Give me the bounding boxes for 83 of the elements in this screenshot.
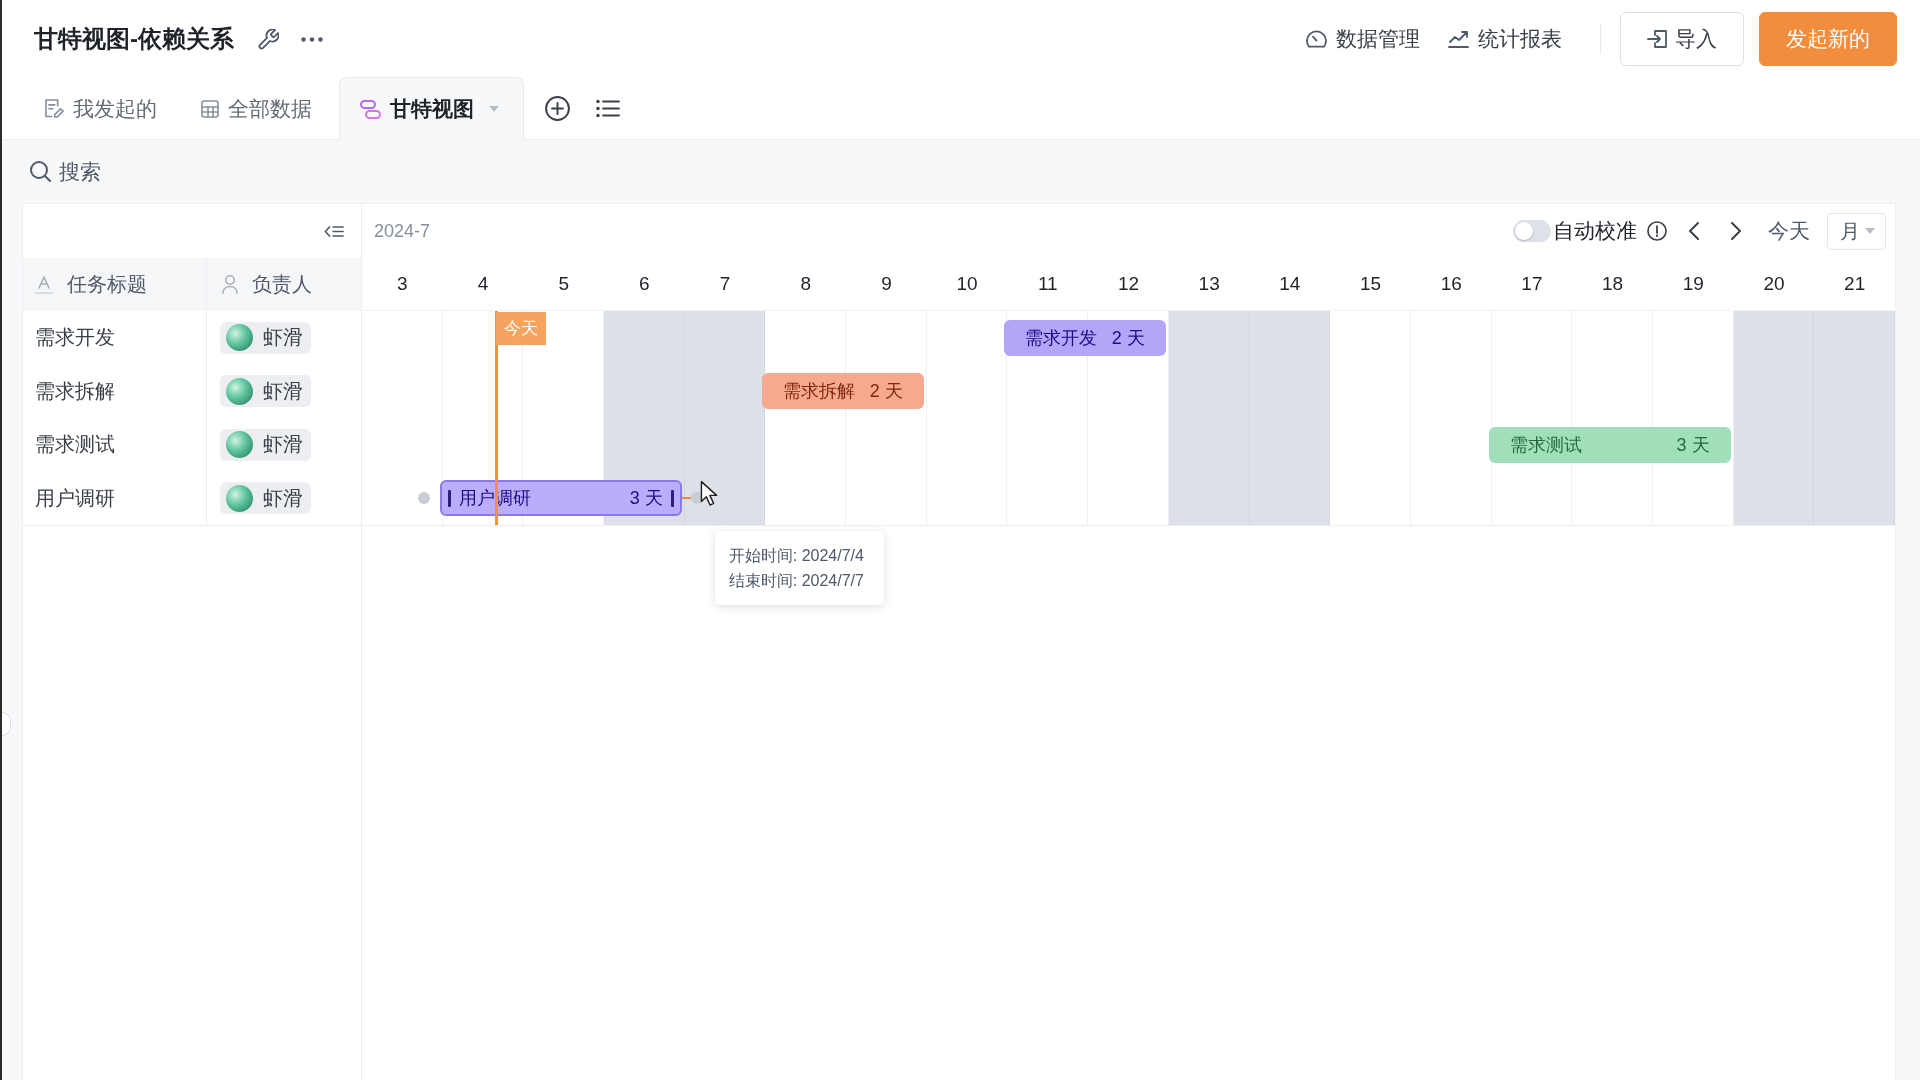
gantt-icon	[360, 99, 381, 119]
cursor-icon	[699, 480, 719, 508]
trend-chart-icon	[1448, 30, 1469, 48]
today-button[interactable]: 今天	[1768, 217, 1810, 245]
import-icon	[1647, 30, 1667, 48]
avatar	[226, 431, 253, 459]
nav-link[interactable]: 统计报表	[1448, 25, 1562, 53]
import-button[interactable]: 导入	[1620, 12, 1744, 66]
caret-down-icon	[1865, 228, 1875, 234]
column-header: 负责人	[252, 272, 312, 297]
view-tab[interactable]: 我发起的	[28, 77, 174, 139]
day-label: 21	[1844, 273, 1866, 295]
day-label: 15	[1359, 273, 1382, 295]
day-label: 5	[558, 273, 569, 295]
scale-dropdown[interactable]: 月	[1827, 212, 1886, 250]
more-icon[interactable]	[301, 36, 323, 42]
day-label: 13	[1198, 273, 1220, 295]
avatar	[226, 324, 253, 352]
column-header: 任务标题	[67, 272, 147, 297]
tooltip-text: 结束时间: 2024/7/7	[728, 571, 865, 592]
grid-icon	[201, 99, 219, 118]
task-title: 用户调研	[35, 485, 115, 511]
day-label: 16	[1440, 273, 1462, 295]
duration-label: 2 天	[1111, 326, 1145, 350]
owner-name: 虾滑	[263, 325, 303, 351]
toggle-label: 自动校准	[1553, 218, 1637, 244]
today-marker: 今天	[495, 312, 546, 345]
month-label: 2024-7	[374, 220, 431, 242]
owner-name: 虾滑	[263, 378, 303, 404]
page-title: 甘特视图-依赖关系	[34, 24, 234, 54]
day-label: 18	[1602, 273, 1624, 295]
avatar	[226, 484, 253, 512]
chevron-left-icon[interactable]	[1689, 222, 1699, 240]
duration-label: 2 天	[869, 380, 903, 404]
day-label: 3	[397, 273, 408, 295]
task-title: 需求开发	[35, 325, 115, 351]
document-edit-icon	[45, 99, 64, 118]
task-bar-label: 需求测试	[1509, 433, 1582, 457]
task-bar[interactable]: 需求测试 3 天	[1488, 426, 1731, 463]
day-label: 4	[477, 273, 489, 295]
day-label: 6	[639, 273, 650, 295]
dependency-line	[681, 497, 691, 500]
task-title: 需求拆解	[35, 378, 115, 404]
task-bar-label: 需求拆解	[783, 380, 856, 404]
day-label: 17	[1521, 273, 1543, 295]
tooltip-text: 开始时间: 2024/7/4	[728, 546, 865, 567]
resize-handle-icon[interactable]	[447, 489, 451, 507]
add-circle-icon[interactable]	[545, 96, 570, 121]
sidebar-handle[interactable]	[2, 712, 11, 736]
info-icon[interactable]	[1647, 221, 1667, 241]
day-label: 7	[719, 273, 731, 295]
toggle-switch[interactable]	[1513, 220, 1551, 242]
day-label: 8	[800, 273, 812, 295]
person-icon	[222, 275, 238, 294]
avatar	[226, 377, 253, 405]
duration-label: 3 天	[629, 487, 663, 511]
view-tab[interactable]: 全部数据	[184, 77, 329, 139]
task-bar[interactable]: 需求拆解 2 天	[762, 373, 924, 410]
day-label: 10	[956, 273, 978, 295]
task-bar-label: 需求开发	[1025, 326, 1098, 350]
text-field-icon	[35, 275, 53, 294]
owner-name: 虾滑	[263, 485, 303, 511]
day-label: 14	[1279, 273, 1301, 295]
view-tab[interactable]: 甘特视图	[339, 77, 524, 140]
task-title: 需求测试	[35, 432, 115, 458]
day-label: 19	[1682, 273, 1704, 295]
resize-handle-icon[interactable]	[670, 489, 674, 507]
duration-label: 3 天	[1676, 433, 1710, 457]
day-label: 20	[1763, 273, 1785, 295]
caret-down-icon	[489, 106, 499, 112]
wrench-icon[interactable]	[258, 28, 279, 50]
nav-link[interactable]: 数据管理	[1306, 25, 1420, 53]
list-icon[interactable]	[596, 99, 620, 118]
gauge-icon	[1306, 30, 1327, 48]
day-label: 12	[1117, 273, 1140, 295]
task-bar[interactable]: 需求开发 2 天	[1004, 319, 1166, 356]
collapse-icon[interactable]	[324, 224, 344, 238]
owner-name: 虾滑	[263, 432, 303, 458]
day-label: 11	[1037, 273, 1058, 295]
chevron-right-icon[interactable]	[1731, 222, 1741, 240]
day-label: 9	[881, 273, 892, 295]
search-field[interactable]: 搜索	[59, 159, 119, 184]
search-icon	[30, 161, 51, 182]
